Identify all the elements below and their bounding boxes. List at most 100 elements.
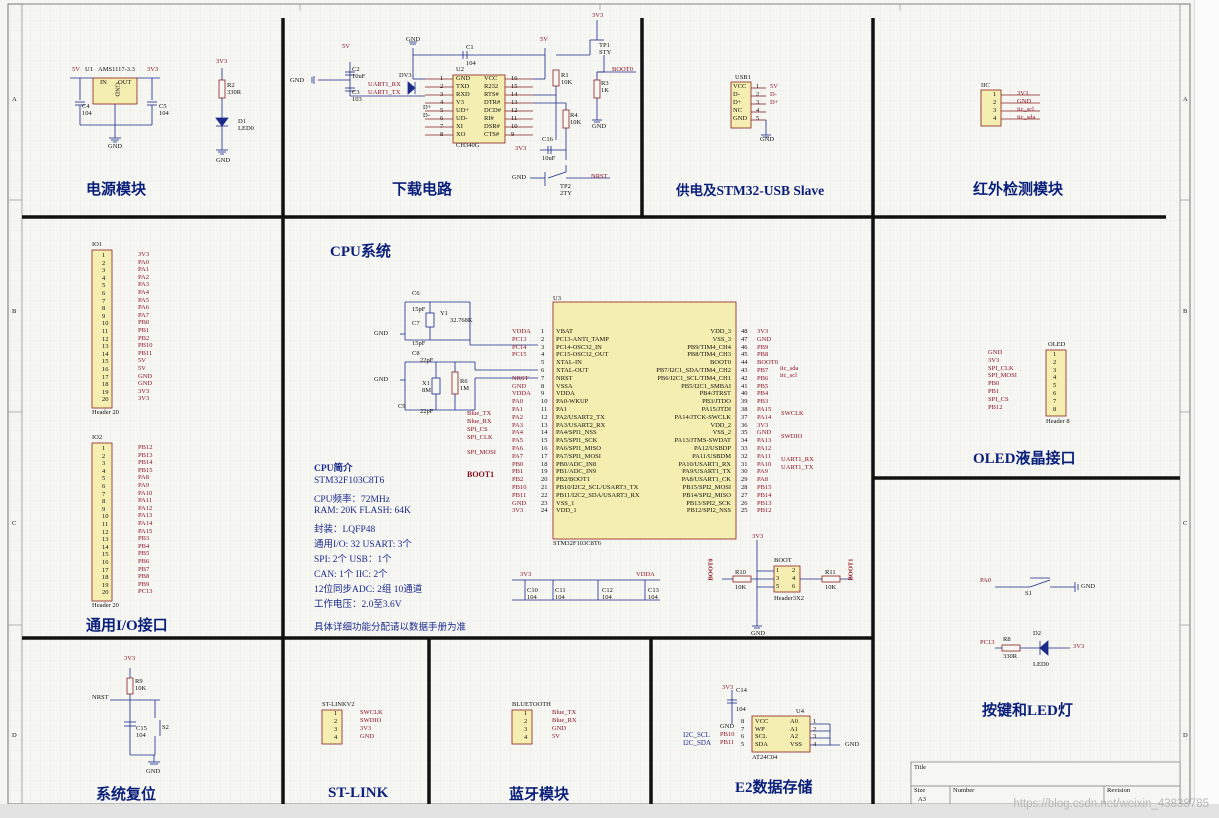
mcu-pin-number: 39: [741, 398, 748, 406]
io2-pin-number: 19: [102, 581, 109, 589]
mcu-left-net: VDDA: [512, 328, 531, 335]
mcu-right-net: PA14: [757, 413, 772, 421]
gnd-label: GND: [290, 77, 305, 84]
io1-net: PA1: [138, 266, 149, 274]
io1-pin-number: 19: [102, 388, 109, 396]
io1-pin-number: 11: [102, 328, 109, 335]
mcu-pin-name: PA14/JTCK-SWCLK: [674, 413, 731, 421]
mcu-pin-name: PA11/USBDM: [692, 452, 731, 460]
cpu-info-line: 工作电压：2.0至3.6V: [314, 600, 402, 610]
mcu-pin-number: 28: [741, 484, 748, 491]
io2-net: PB15: [138, 466, 153, 474]
mcu-left-net: PA7: [512, 452, 523, 460]
led-d2: D2: [1033, 630, 1041, 637]
usb-pin-number: 2: [756, 91, 760, 98]
transistor-tp2-value: 2TY: [560, 190, 572, 197]
stlink-designator: ST-LINKV2: [322, 701, 355, 708]
usb-net: D+: [770, 99, 779, 106]
cap-c4-value: 104: [82, 110, 92, 117]
io1-part: Header 20: [92, 409, 119, 416]
resistor-r1: R1: [561, 72, 569, 79]
io2-net: PA14: [138, 520, 153, 527]
mcu-pin-number: 47: [741, 335, 748, 343]
cpu-info-line: RAM: 20K FLASH: 64K: [314, 506, 411, 516]
ir-pin-number: 4: [993, 115, 997, 122]
net-uart1-tx: UART1_TX: [781, 464, 814, 471]
ch340-pin-number: 5: [440, 107, 444, 114]
io2-pin-number: 10: [102, 513, 109, 521]
net-blue-tx: Blue_TX: [467, 410, 492, 417]
io2-net: PB8: [138, 573, 150, 581]
io1-pin-number: 3: [102, 267, 106, 275]
diode-dv3: DV3: [399, 72, 412, 79]
io2-net: PB3: [138, 535, 150, 543]
mcu-right-net: PB15: [757, 484, 772, 491]
usb-pin-name: D-: [733, 91, 740, 98]
mcu-pin-name: PA4/SPI1_NSS: [556, 429, 597, 437]
mcu-right-net: GND: [757, 335, 772, 343]
io2-pin-number: 3: [102, 460, 106, 468]
cap-c4: C4: [82, 103, 90, 110]
io2-pin-number: 9: [102, 505, 106, 513]
mcu-pin-name: PA12/USBDP: [694, 445, 731, 452]
stlink-pin-number: 3: [334, 726, 338, 733]
oled-net: PB12: [988, 403, 1003, 411]
oled-pin-number: 2: [1053, 358, 1057, 366]
mcu-left-net: PB2: [512, 476, 524, 484]
ch340-pin-number: 2: [440, 83, 444, 90]
crystal-x1-value: 8M: [422, 387, 432, 394]
stlink-net: SWCLK: [360, 709, 383, 716]
mcu-pin-number: 37: [741, 413, 748, 421]
io2-pin-number: 7: [102, 490, 106, 498]
cpu-info-line: CAN: 1个 IIC: 2个: [314, 570, 388, 580]
ch340-pin-name: RI#: [484, 115, 494, 122]
gnd-label: GND: [1081, 583, 1096, 590]
mcu-right-net: PA12: [757, 445, 772, 452]
mcu-pin-number: 26: [741, 499, 748, 507]
stlink-pin-number: 4: [334, 734, 338, 741]
net-uart1-tx: UART1_TX: [368, 89, 401, 96]
boot-pin: 5: [776, 583, 780, 590]
net-iic-sda: iic_sda: [780, 365, 799, 372]
io2-net: PB6: [138, 558, 150, 565]
crystal-y1: Y1: [440, 310, 448, 317]
cap-c11: C11: [555, 587, 566, 594]
resistor-r1-value: 10K: [561, 79, 573, 86]
ir-net: iic_sda: [1017, 114, 1036, 121]
vertical-scrollbar[interactable]: [1194, 0, 1219, 818]
io1-pin-number: 4: [102, 274, 106, 282]
mcu-right-net: PA10: [757, 460, 772, 468]
ldo-gnd-pin: GND: [113, 82, 121, 97]
ch340-pin-number: 14: [511, 91, 518, 98]
ch340-pin-name: RXD: [456, 91, 470, 98]
mcu-pin-name: VSS_1: [556, 499, 575, 507]
net-3v3: 3V3: [147, 66, 159, 73]
usb-pin-number: 5: [756, 115, 760, 122]
transistor-tp1-value: STY: [599, 49, 612, 56]
io1-net: 5V: [138, 357, 146, 365]
ch340-pin-number: 9: [511, 131, 515, 138]
io1-net: GND: [138, 372, 153, 380]
mcu-right-net: PA9: [757, 468, 768, 476]
stlink-net: 3V3: [360, 725, 372, 732]
ch340-pin-name: TXD: [456, 83, 470, 90]
led-d1: D1: [238, 118, 246, 125]
gnd-label: GND: [751, 630, 766, 637]
ch340-pin-number: 16: [511, 75, 518, 82]
resistor-r2-value: 330R: [227, 89, 242, 96]
mcu-pin-number: 32: [741, 452, 748, 460]
mcu-left-net: VDDA: [512, 390, 531, 398]
usb-pin-number: 3: [756, 99, 760, 106]
mcu-left-net: PA2: [512, 413, 523, 421]
row-letter-b-right: B: [1183, 308, 1188, 315]
ch340-pin-number: 7: [440, 123, 444, 130]
section-title-usb: 供电及STM32-USB Slave: [676, 183, 825, 198]
mcu-right-net: 3V3: [757, 328, 769, 335]
led-d1-value: LED0: [238, 125, 254, 132]
switch-s1: S1: [1025, 590, 1032, 597]
net-nrst: NRST: [92, 694, 109, 701]
eeprom-pin-name: A0: [790, 718, 798, 725]
mcu-pin-name: PB8/TIM4_CH3: [687, 351, 731, 359]
cap-c16-value: 10uF: [542, 155, 556, 162]
cpu-info-line: STM32F103C8T6: [314, 476, 385, 486]
